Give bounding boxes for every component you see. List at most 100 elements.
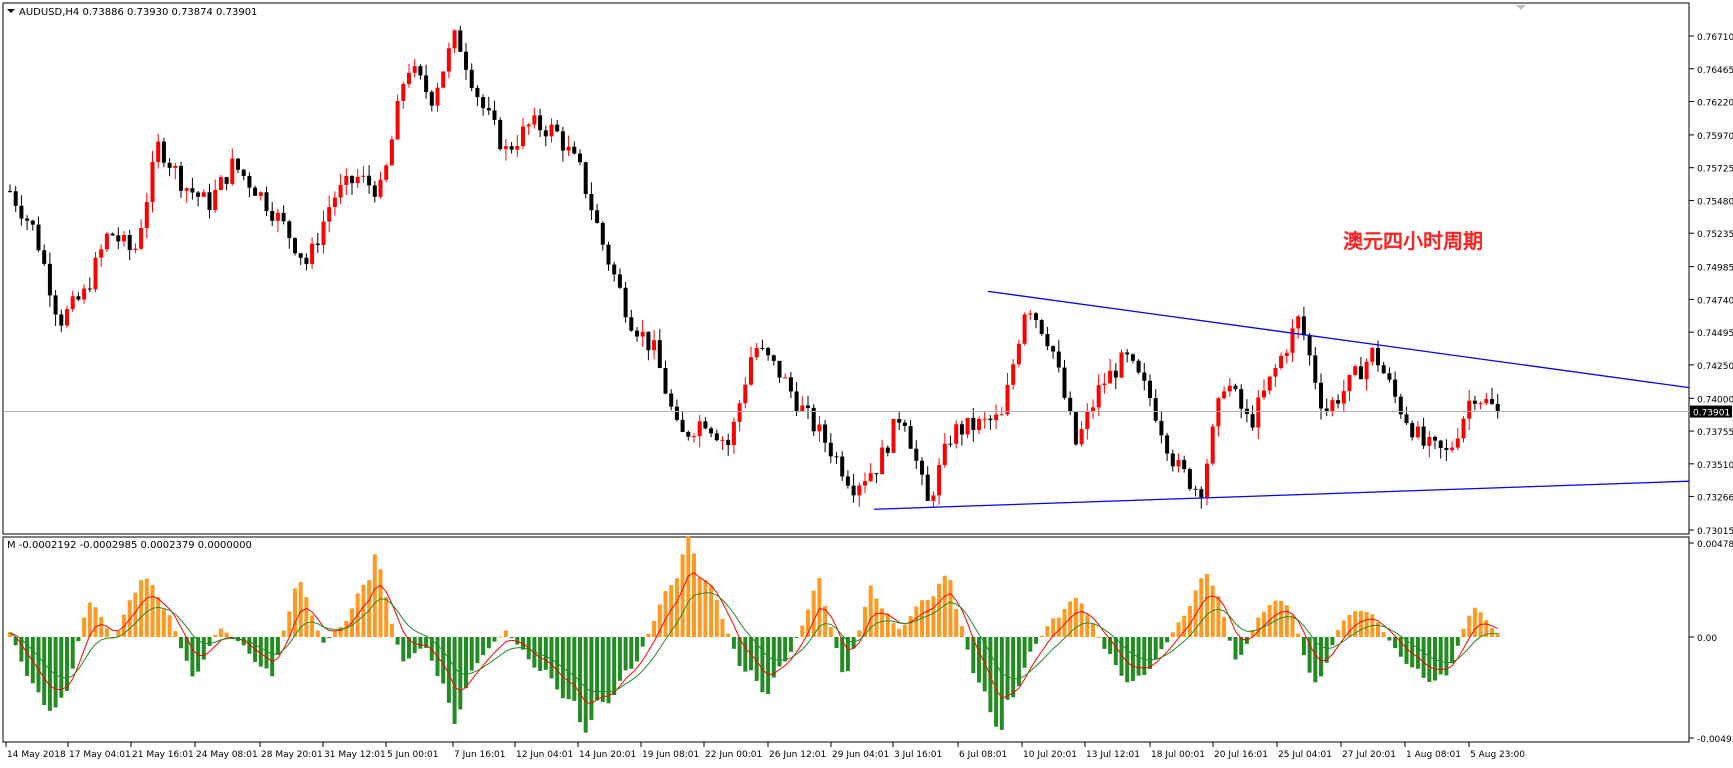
macd-bar <box>36 637 41 693</box>
macd-bar <box>1222 616 1227 637</box>
candle-body <box>99 249 104 258</box>
candle-body <box>737 403 742 422</box>
candle-body <box>384 165 389 180</box>
candle-body <box>1307 335 1312 356</box>
candle-body <box>1227 385 1232 392</box>
macd-bar <box>771 637 776 678</box>
macd-bar <box>173 631 178 637</box>
macd-bar <box>1450 637 1455 664</box>
macd-bar <box>686 536 691 637</box>
candle-body <box>201 192 206 197</box>
macd-bar <box>76 637 81 642</box>
macd-bar <box>1022 637 1027 668</box>
candle-body <box>1136 360 1141 373</box>
macd-bar <box>1085 614 1090 637</box>
candle-body <box>731 421 736 446</box>
candle-body <box>1142 372 1147 381</box>
price-tick-label: 0.75970 <box>1697 132 1733 142</box>
macd-bar <box>213 634 218 637</box>
candle-body <box>1478 403 1483 405</box>
candle-body <box>1119 352 1124 378</box>
candle-body <box>281 212 286 222</box>
macd-bar <box>509 637 514 639</box>
macd-bar <box>65 637 69 691</box>
time-tick-label: 25 Jul 04:01 <box>1278 750 1332 760</box>
candle-body <box>418 66 423 76</box>
candle-body <box>845 476 850 486</box>
annotation-text: 澳元四小时周期 <box>1343 229 1483 253</box>
candle-body <box>657 340 662 368</box>
candle-body <box>1239 389 1244 409</box>
macd-bar <box>925 600 930 637</box>
price-tick-label: 0.76465 <box>1697 66 1733 76</box>
macd-bar <box>270 637 275 677</box>
candle-body <box>389 139 394 166</box>
candle-body <box>988 418 993 421</box>
macd-bar <box>646 633 651 637</box>
macd-bar <box>1153 637 1158 660</box>
macd-bar <box>766 637 771 695</box>
candle-body <box>332 197 337 208</box>
candle-body <box>367 175 372 186</box>
candle-body <box>47 263 52 296</box>
candle-body <box>481 97 486 109</box>
candle-body <box>150 161 155 203</box>
macd-bar <box>572 637 577 701</box>
candle-body <box>549 124 554 137</box>
macd-bar <box>977 637 981 683</box>
candle-body <box>30 220 35 225</box>
macd-bar <box>167 615 172 637</box>
candle-body <box>1330 400 1335 411</box>
time-tick-label: 10 Jul 20:01 <box>1023 750 1077 760</box>
candle-body <box>931 495 936 501</box>
candle-body <box>1461 418 1466 439</box>
macd-bar <box>389 623 394 637</box>
macd-bar <box>931 596 936 637</box>
macd-bar <box>1227 637 1232 641</box>
candle-body <box>275 212 280 221</box>
macd-bar <box>1415 637 1420 669</box>
candle-body <box>754 347 759 358</box>
time-tick-label: 26 Jun 12:01 <box>769 750 826 760</box>
candle-body <box>977 418 981 431</box>
macd-bar <box>481 637 486 656</box>
candle-body <box>492 110 497 120</box>
candle-body <box>857 485 862 496</box>
candle-body <box>1444 447 1449 450</box>
macd-bar <box>264 637 269 669</box>
macd-bar <box>954 609 959 637</box>
candle-body <box>834 456 839 458</box>
candle-body <box>122 235 126 242</box>
price-tick-label: 0.76710 <box>1697 33 1733 43</box>
candle-body <box>1381 365 1386 374</box>
candle-body <box>794 391 799 411</box>
candle-body <box>184 188 189 191</box>
time-tick-label: 1 Aug 08:01 <box>1406 750 1461 760</box>
macd-bar <box>589 637 594 720</box>
candle-body <box>1051 346 1056 352</box>
candle-body <box>1296 316 1301 329</box>
candle-body <box>310 243 315 265</box>
candle-body <box>76 296 81 300</box>
candle-body <box>241 169 246 176</box>
candle-body <box>1210 426 1215 464</box>
candle-body <box>1341 391 1346 404</box>
macd-bar <box>857 630 862 637</box>
candle-body <box>1005 384 1010 415</box>
candle-body <box>372 185 377 197</box>
macd-bar <box>908 616 913 637</box>
chart-window: AUDUSD,H4 0.73886 0.73930 0.73874 0.7390… <box>0 0 1733 764</box>
macd-bar <box>635 637 639 662</box>
candle-body <box>1113 370 1118 378</box>
candle-body <box>686 431 691 437</box>
candle-body <box>156 141 161 162</box>
macd-bar <box>281 630 286 637</box>
macd-bar <box>344 620 349 637</box>
candle-body <box>635 330 639 337</box>
macd-bar <box>1301 637 1306 656</box>
candle-body <box>1376 347 1380 366</box>
candle-body <box>1256 397 1261 428</box>
candle-body <box>652 340 657 351</box>
candle-body <box>230 158 235 184</box>
candle-body <box>65 309 69 326</box>
